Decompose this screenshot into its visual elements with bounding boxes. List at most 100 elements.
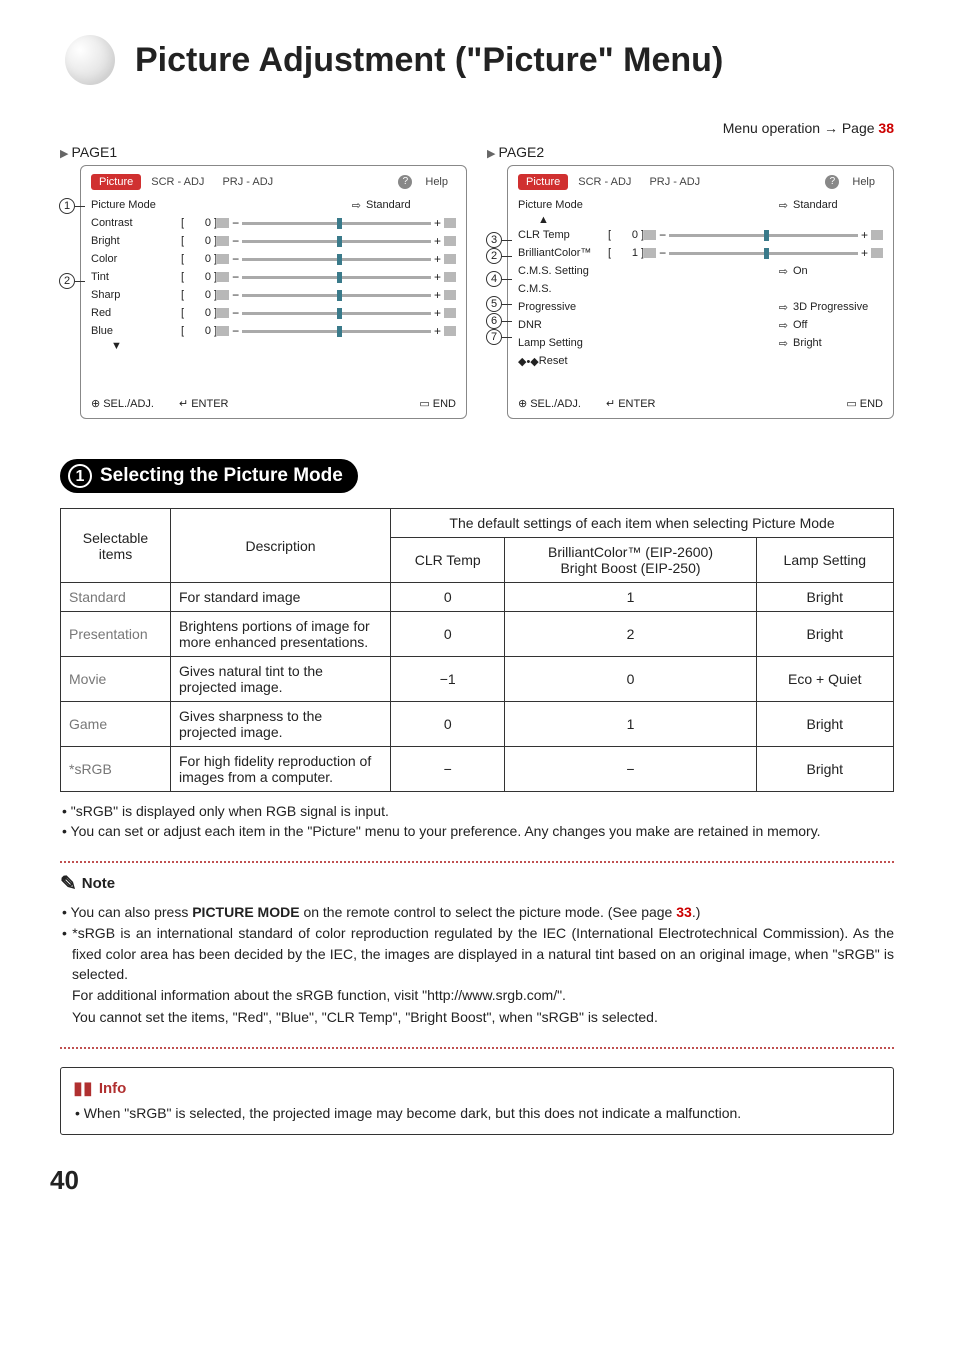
slider-label: Color	[91, 253, 181, 265]
page-title: Picture Adjustment ("Picture" Menu)	[135, 41, 723, 80]
callout-7: 7	[486, 329, 502, 345]
callout-1: 1	[59, 198, 75, 214]
dnr-val: Off	[793, 319, 883, 331]
cms-setting-val: On	[793, 265, 883, 277]
scroll-down-icon: ▼	[91, 340, 456, 352]
slider-value: 0	[191, 325, 211, 337]
brilliant-val: 1	[618, 247, 638, 259]
dotted-divider	[60, 1047, 894, 1049]
reset-label: Reset	[539, 355, 568, 367]
slider-row: Red [0] −+	[91, 304, 456, 322]
dnr-label: DNR	[518, 319, 608, 331]
callout-3: 3	[486, 232, 502, 248]
slider-value: 0	[191, 217, 211, 229]
progressive-val: 3D Progressive	[793, 301, 883, 313]
picture-mode-value: Standard	[366, 199, 456, 211]
footer-end: ▭ END	[419, 397, 456, 410]
mode-desc: Brightens portions of image for more enh…	[171, 612, 391, 657]
note-heading: Note	[82, 875, 115, 892]
mode-clr: −	[391, 747, 505, 792]
mode-desc: Gives natural tint to the projected imag…	[171, 657, 391, 702]
slider-row: Contrast [0] −+	[91, 214, 456, 232]
hdr-bc: BrilliantColor™ (EIP-2600) Bright Boost …	[505, 538, 756, 583]
reset-icon: ◆•◆	[518, 355, 539, 368]
callout-5: 5	[486, 296, 502, 312]
slider-row: Tint [0] −+	[91, 268, 456, 286]
slider-value: 0	[191, 307, 211, 319]
osd-tab-scr: SCR - ADJ	[143, 174, 212, 190]
slider-row: Bright [0] −+	[91, 232, 456, 250]
picture-mode-value: Standard	[793, 199, 883, 211]
note-srgb-rgb: • "sRGB" is displayed only when RGB sign…	[60, 802, 894, 822]
note-page-ref: 33	[676, 904, 692, 920]
picture-mode-label: Picture Mode	[91, 199, 181, 211]
table-row: Presentation Brightens portions of image…	[61, 612, 894, 657]
menu-op-text: Menu operation	[723, 120, 820, 136]
picture-mode-table: Selectable items Description The default…	[60, 508, 894, 792]
hdr-default: The default settings of each item when s…	[391, 509, 894, 538]
arrow-icon: ⇨	[352, 199, 361, 212]
note-l4: You cannot set the items, "Red", "Blue",…	[60, 1007, 894, 1027]
mode-clr: 0	[391, 702, 505, 747]
panel-label-page1: PAGE1	[60, 144, 467, 160]
mode-name: Movie	[61, 657, 171, 702]
clr-temp-val: 0	[618, 229, 638, 241]
arrow-right-icon: →	[824, 120, 842, 136]
note-memory: • You can set or adjust each item in the…	[60, 822, 894, 842]
osd-tab-help: Help	[417, 174, 456, 190]
footer-sel: ⊕ SEL./ADJ.	[518, 397, 581, 410]
picture-mode-label: Picture Mode	[518, 199, 608, 211]
table-row: Standard For standard image 0 1 Bright	[61, 583, 894, 612]
mode-bc: 1	[505, 702, 756, 747]
callout-2b: 2	[486, 248, 502, 264]
mode-bc: 0	[505, 657, 756, 702]
table-row: Movie Gives natural tint to the projecte…	[61, 657, 894, 702]
mode-lamp: Bright	[756, 612, 893, 657]
mode-name: Standard	[61, 583, 171, 612]
mode-lamp: Bright	[756, 583, 893, 612]
slider-row: Sharp [0] −+	[91, 286, 456, 304]
table-row: Game Gives sharpness to the projected im…	[61, 702, 894, 747]
note-l3: For additional information about the sRG…	[60, 985, 894, 1005]
slider-row: Blue [0] −+	[91, 322, 456, 340]
clr-temp-label: CLR Temp	[518, 229, 608, 241]
footer-enter: ↵ ENTER	[606, 397, 656, 410]
book-icon: ▮▮	[73, 1078, 93, 1099]
section-title: Selecting the Picture Mode	[100, 465, 343, 487]
brilliant-label: BrilliantColor™	[518, 247, 608, 259]
osd-panel-page2: 3 2 4 5 6 7 Picture SCR - ADJ PRJ - ADJ …	[507, 165, 894, 419]
panel-label-page2: PAGE2	[487, 144, 894, 160]
osd-tab-scr: SCR - ADJ	[570, 174, 639, 190]
slider-label: Bright	[91, 235, 181, 247]
help-icon: ?	[825, 175, 839, 189]
footer-sel: ⊕ SEL./ADJ.	[91, 397, 154, 410]
note-l2: • *sRGB is an international standard of …	[60, 923, 894, 984]
note-l1c: on the remote control to select the pict…	[300, 904, 677, 920]
help-icon: ?	[398, 175, 412, 189]
mode-desc: For standard image	[171, 583, 391, 612]
osd-panel-page1: 1 2 Picture SCR - ADJ PRJ - ADJ ? Help P…	[80, 165, 467, 419]
menu-operation-ref: Menu operation → Page 38	[60, 120, 894, 136]
note-l1b: PICTURE MODE	[192, 904, 299, 920]
slider-value: 0	[191, 253, 211, 265]
mode-lamp: Eco + Quiet	[756, 657, 893, 702]
info-body-text: • When "sRGB" is selected, the projected…	[73, 1104, 881, 1124]
footer-enter: ↵ ENTER	[179, 397, 229, 410]
table-row: *sRGB For high fidelity reproduction of …	[61, 747, 894, 792]
slider-label: Tint	[91, 271, 181, 283]
mode-name: Game	[61, 702, 171, 747]
decorative-sphere	[60, 30, 120, 90]
callout-4: 4	[486, 271, 502, 287]
hdr-selectable: Selectable items	[61, 509, 171, 583]
slider-row: Color [0] −+	[91, 250, 456, 268]
note-icon: ✎	[60, 871, 77, 896]
cms-label: C.M.S.	[518, 283, 608, 295]
page-number: 40	[50, 1165, 79, 1196]
mode-bc: 2	[505, 612, 756, 657]
section-heading-1: 1 Selecting the Picture Mode	[60, 459, 358, 493]
osd-tab-help: Help	[844, 174, 883, 190]
note-l1a: • You can also press	[62, 904, 192, 920]
slider-value: 0	[191, 289, 211, 301]
info-heading: Info	[99, 1080, 127, 1097]
mode-bc: 1	[505, 583, 756, 612]
